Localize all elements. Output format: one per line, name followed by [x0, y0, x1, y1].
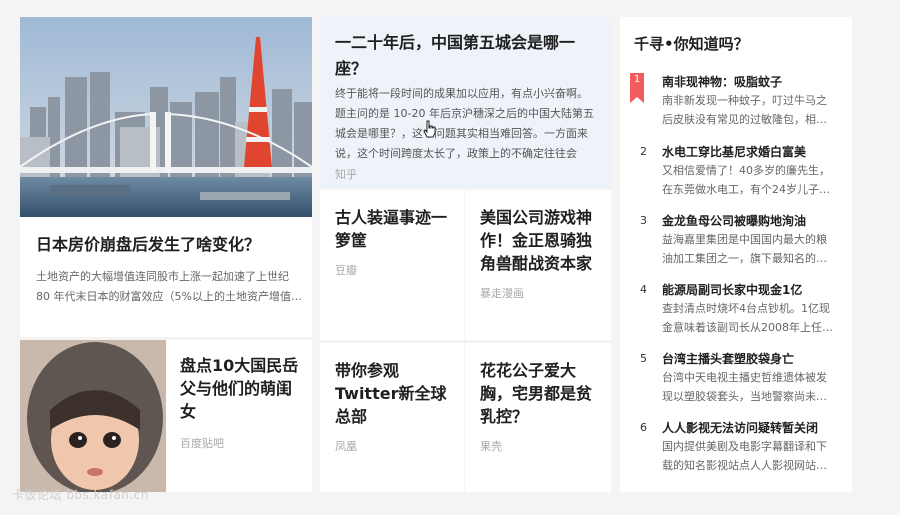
sidebar-list-item[interactable]: 3 金龙鱼母公司被曝购地洵油 益海嘉里集团是中国国内最大的粮油加工集团之一，旗下… [620, 212, 852, 278]
baby-photo-image [20, 340, 166, 492]
card-source[interactable]: 知乎 [335, 166, 357, 182]
news-card-twitter-hq[interactable]: 带你参观Twitter新全球总部 凤凰 [320, 343, 464, 492]
sidebar-list-item[interactable]: 1 南非现神物：吸脂蚊子 南非新发现一种蚊子，叮过牛马之后皮肤没有常见的过敏隆包… [620, 73, 852, 139]
tokyo-skyline-image [20, 17, 312, 217]
news-card-playboy[interactable]: 花花公子爱大胸，宅男都是贫乳控？ 果壳 [465, 343, 611, 492]
sidebar-list-item[interactable]: 2 水电工穿比基尼求婚白富美 又相信爱情了！40多岁的廉先生，在东莞做水电工，有… [620, 143, 852, 209]
sidebar-item-title[interactable]: 台湾主播头套塑胶袋身亡 [662, 350, 794, 367]
sidebar-item-title[interactable]: 南非现神物：吸脂蚊子 [662, 73, 782, 90]
rank-number: 2 [640, 145, 647, 158]
card-title[interactable]: 一二十年后，中国第五城会是哪一座？ [335, 30, 595, 82]
rank-number: 4 [640, 283, 647, 296]
hand-cursor-icon [423, 120, 436, 138]
sidebar-item-desc: 国内提供美剧及电影字幕翻译和下载的知名影视站点人人影视网站… [662, 440, 827, 472]
sidebar-list-item[interactable]: 4 能源局副司长家中现金1亿 查封清点时烧坏4台点钞机。1亿现金意味着该副司长从… [620, 281, 852, 347]
card-description: 终于能将一段时间的成果加以应用，有点小兴奋啊。题主问的是 10-20 年后京沪穗… [335, 87, 594, 160]
rank-number: 6 [640, 421, 647, 434]
news-card-famous-daughters[interactable]: 盘点10大国民岳父与他们的萌闺女 百度贴吧 [20, 340, 312, 492]
card-source[interactable]: 暴走漫画 [480, 285, 524, 301]
card-source[interactable]: 果壳 [480, 438, 502, 454]
card-source[interactable]: 凤凰 [335, 438, 357, 454]
news-card-japan-housing[interactable]: 日本房价崩盘后发生了啥变化？ 土地资产的大幅增值连同股市上涨一起加速了上世纪 8… [20, 17, 312, 337]
news-card-us-game[interactable]: 美国公司游戏神作！金正恩骑独角兽酣战资本家 暴走漫画 [465, 190, 611, 340]
sidebar-list-item[interactable]: 6 人人影视无法访问疑转暂关闭 国内提供美剧及电影字幕翻译和下载的知名影视站点人… [620, 419, 852, 485]
sidebar-list-item[interactable]: 5 台湾主播头套塑胶袋身亡 台湾中天电视主播史哲维遗体被发现以塑胶袋套头，当地警… [620, 350, 852, 416]
card-title[interactable]: 古人装逼事迹一箩筐 [335, 206, 453, 252]
did-you-know-sidebar: 千寻•你知道吗？ 1 南非现神物：吸脂蚊子 南非新发现一种蚊子，叮过牛马之后皮肤… [620, 17, 852, 492]
card-title[interactable]: 盘点10大国民岳父与他们的萌闺女 [180, 354, 300, 423]
sidebar-item-desc: 台湾中天电视主播史哲维遗体被发现以塑胶袋套头，当地警察尚未… [662, 371, 827, 403]
sidebar-item-title[interactable]: 能源局副司长家中现金1亿 [662, 281, 802, 298]
sidebar-item-desc: 查封清点时烧坏4台点钞机。1亿现金意味着该副司长从2008年上任… [662, 302, 833, 334]
sidebar-item-title[interactable]: 水电工穿比基尼求婚白富美 [662, 143, 806, 160]
card-description: 土地资产的大幅增值连同股市上涨一起加速了上世纪 80 年代末日本的财富效应（5%… [36, 270, 302, 303]
sidebar-item-title[interactable]: 金龙鱼母公司被曝购地洵油 [662, 212, 806, 229]
card-title[interactable]: 日本房价崩盘后发生了啥变化？ [36, 232, 301, 258]
card-title[interactable]: 花花公子爱大胸，宅男都是贫乳控？ [480, 359, 598, 428]
news-card-fifth-city[interactable]: 一二十年后，中国第五城会是哪一座？ 终于能将一段时间的成果加以应用，有点小兴奋啊… [320, 17, 611, 188]
card-source[interactable]: 百度贴吧 [180, 435, 224, 451]
news-card-ancient-show-off[interactable]: 古人装逼事迹一箩筐 豆瓣 [320, 190, 464, 340]
sidebar-item-desc: 益海嘉里集团是中国国内最大的粮油加工集团之一，旗下最知名的… [662, 233, 827, 265]
rank-number: 5 [640, 352, 647, 365]
rank-number: 1 [633, 74, 641, 85]
sidebar-heading: 千寻•你知道吗？ [634, 35, 749, 53]
card-source[interactable]: 豆瓣 [335, 262, 357, 278]
rank-ribbon-icon: 1 [630, 73, 644, 107]
forum-watermark: 卡饭论坛 bbs.kafan.cn [12, 488, 149, 502]
sidebar-item-desc: 南非新发现一种蚊子，叮过牛马之后皮肤没有常见的过敏隆包，相… [662, 94, 827, 126]
rank-number: 3 [640, 214, 647, 227]
sidebar-item-desc: 又相信爱情了！40多岁的廉先生，在东莞做水电工，有个24岁儿子… [662, 164, 830, 196]
sidebar-item-title[interactable]: 人人影视无法访问疑转暂关闭 [662, 419, 818, 436]
card-title[interactable]: 美国公司游戏神作！金正恩骑独角兽酣战资本家 [480, 206, 598, 275]
card-title[interactable]: 带你参观Twitter新全球总部 [335, 359, 453, 428]
